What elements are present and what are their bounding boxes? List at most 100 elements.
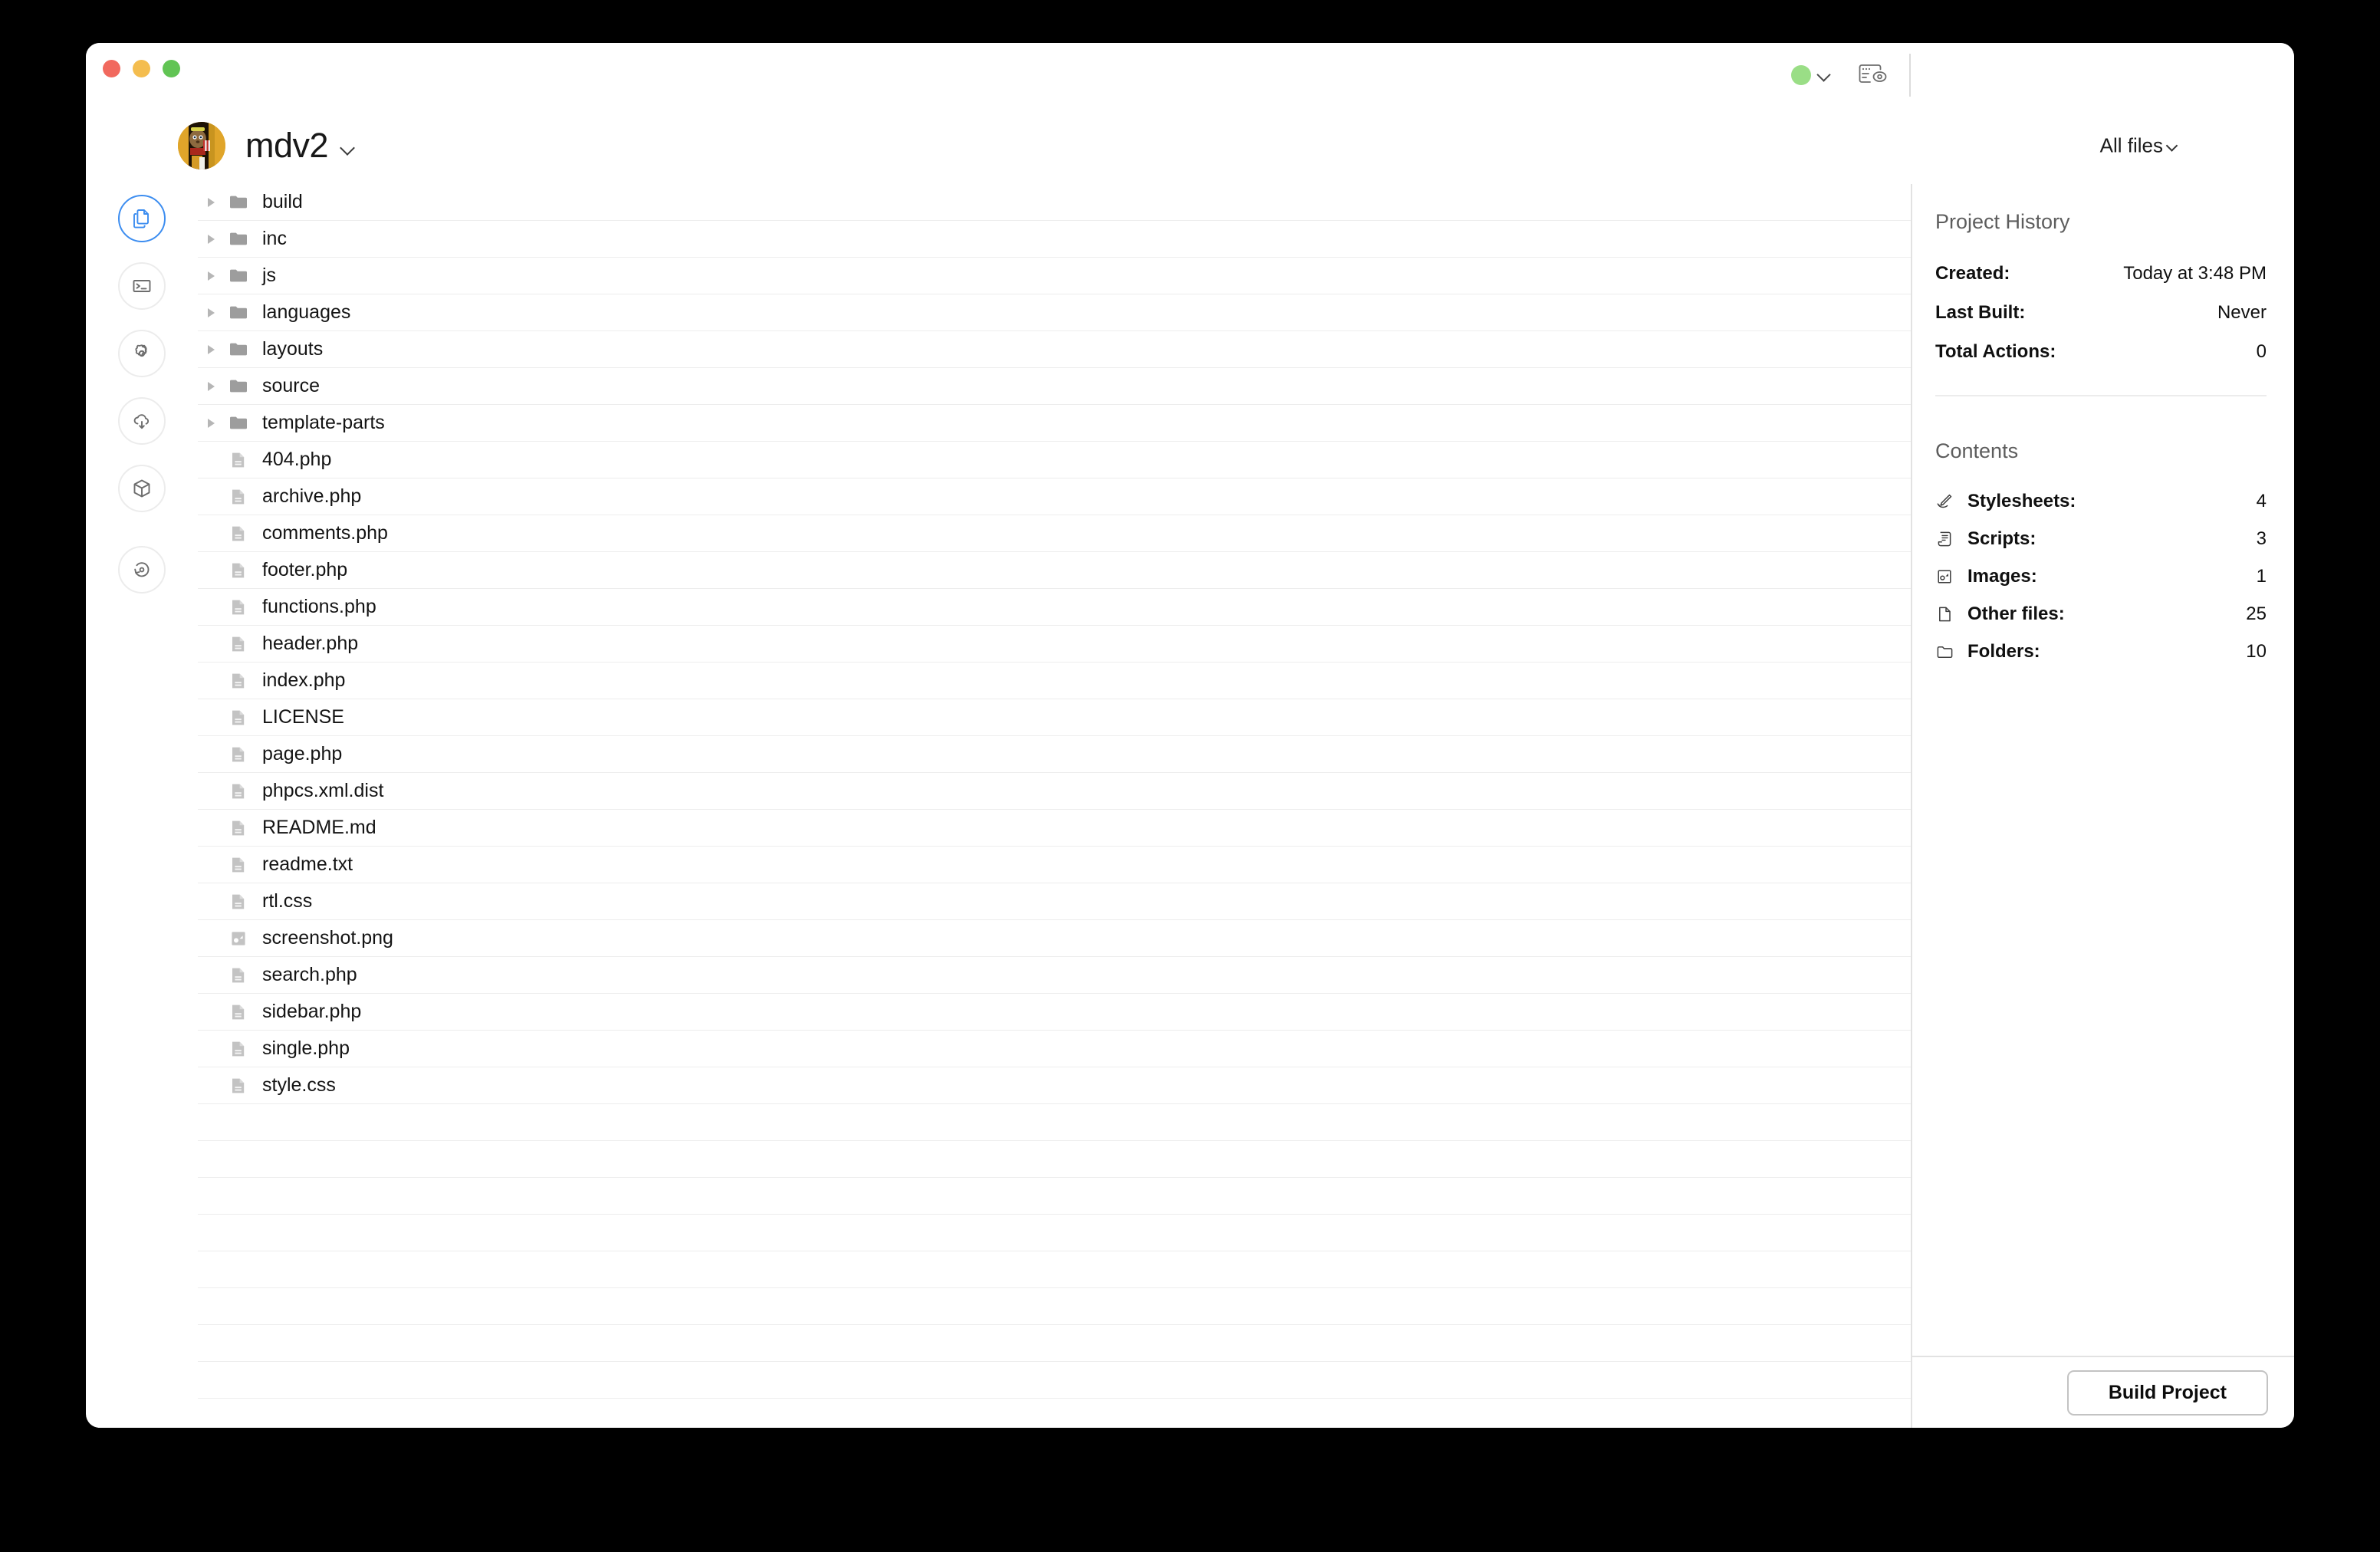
file-name: single.php <box>262 1037 350 1059</box>
file-row[interactable]: 404.php <box>198 442 1911 478</box>
file-row[interactable]: build <box>198 184 1911 221</box>
file-row[interactable]: phpcs.xml.dist <box>198 773 1911 810</box>
file-row[interactable]: languages <box>198 294 1911 331</box>
file-row[interactable]: style.css <box>198 1067 1911 1104</box>
file-filter-dropdown[interactable]: All files <box>2100 134 2179 158</box>
disclosure-triangle-icon[interactable] <box>198 307 224 317</box>
document-icon <box>232 636 245 651</box>
file-row[interactable]: comments.php <box>198 515 1911 552</box>
document-icon <box>232 820 245 835</box>
document-icon <box>232 857 245 872</box>
document-icon <box>232 894 245 909</box>
project-history-list: Created: Today at 3:48 PM Last Built: Ne… <box>1935 263 2267 363</box>
empty-row <box>198 1325 1911 1362</box>
folder-icon <box>224 192 253 212</box>
preview-button[interactable] <box>1842 64 1909 86</box>
build-project-button[interactable]: Build Project <box>2066 1370 2268 1416</box>
document-icon <box>224 634 253 654</box>
zoom-button[interactable] <box>163 60 180 77</box>
file-row[interactable]: single.php <box>198 1031 1911 1067</box>
file-list[interactable]: build inc js languages layouts source te… <box>198 184 1911 1428</box>
file-row[interactable]: page.php <box>198 736 1911 773</box>
file-row[interactable]: screenshot.png <box>198 920 1911 957</box>
disclosure-triangle-icon[interactable] <box>198 344 224 354</box>
project-history-heading: Project History <box>1935 210 2070 233</box>
file-name: rtl.css <box>262 890 313 912</box>
disclosure-triangle-icon[interactable] <box>198 234 224 244</box>
document-icon <box>224 781 253 801</box>
file-row[interactable]: header.php <box>198 626 1911 663</box>
files-icon <box>133 209 149 229</box>
contents-label: Stylesheets: <box>1967 491 2076 511</box>
avatar[interactable] <box>178 122 225 169</box>
close-button[interactable] <box>103 60 120 77</box>
stylesheet-icon <box>1937 494 1952 508</box>
contents-label: Scripts: <box>1967 528 2036 549</box>
folder-icon <box>230 232 247 245</box>
sidebar-item-deploy[interactable] <box>118 397 166 445</box>
file-row[interactable]: functions.php <box>198 589 1911 626</box>
file-row[interactable]: source <box>198 368 1911 405</box>
contents-label: Other files: <box>1967 603 2065 624</box>
document-icon <box>224 524 253 544</box>
contents-row: Images: 1 <box>1935 566 2267 587</box>
document-icon <box>232 526 245 541</box>
history-value: 0 <box>2256 341 2267 362</box>
file-row[interactable]: README.md <box>198 810 1911 847</box>
file-name: style.css <box>262 1074 336 1096</box>
status-indicator-icon <box>1791 65 1811 85</box>
document-icon <box>224 597 253 617</box>
file-row[interactable]: index.php <box>198 663 1911 699</box>
minimize-button[interactable] <box>133 60 150 77</box>
image-icon <box>1938 570 1951 584</box>
gear-icon <box>135 344 147 357</box>
empty-row <box>198 1104 1911 1141</box>
history-label: Total Actions: <box>1935 341 2056 362</box>
document-icon <box>232 563 245 577</box>
disclosure-triangle-icon[interactable] <box>198 197 224 207</box>
file-name: source <box>262 375 321 396</box>
folder-icon <box>224 340 253 360</box>
folder-outline-icon <box>1937 646 1953 659</box>
history-row: Total Actions: 0 <box>1935 341 2267 363</box>
file-row[interactable]: js <box>198 258 1911 294</box>
sidebar-item-packages[interactable] <box>118 465 166 512</box>
empty-row <box>198 1362 1911 1399</box>
file-name: 404.php <box>262 449 332 470</box>
sidebar-item-terminal[interactable] <box>118 262 166 310</box>
empty-row <box>198 1141 1911 1178</box>
file-row[interactable]: readme.txt <box>198 847 1911 883</box>
sidebar-item-files[interactable] <box>118 195 166 242</box>
history-label: Created: <box>1935 263 2010 284</box>
sidebar-item-settings[interactable] <box>118 330 166 377</box>
file-row[interactable]: search.php <box>198 957 1911 994</box>
sidebar-item-history[interactable] <box>118 546 166 594</box>
history-row: Last Built: Never <box>1935 302 2267 324</box>
disclosure-triangle-icon[interactable] <box>198 418 224 428</box>
disclosure-triangle-icon[interactable] <box>198 381 224 391</box>
file-row[interactable]: layouts <box>198 331 1911 368</box>
main-body: build inc js languages layouts source te… <box>86 184 2294 1428</box>
file-row[interactable]: LICENSE <box>198 699 1911 736</box>
file-name: js <box>262 265 277 286</box>
browser-preview-icon <box>1859 64 1887 83</box>
file-row[interactable]: inc <box>198 221 1911 258</box>
file-name: LICENSE <box>262 706 344 728</box>
contents-value: 25 <box>2246 603 2267 624</box>
icon-rail <box>86 184 198 1428</box>
disclosure-triangle-icon[interactable] <box>198 271 224 281</box>
file-row[interactable]: sidebar.php <box>198 994 1911 1031</box>
file-name: README.md <box>262 817 376 838</box>
title-bar <box>86 43 2294 107</box>
document-icon <box>232 968 245 982</box>
file-row[interactable]: template-parts <box>198 405 1911 442</box>
document-icon <box>224 708 253 728</box>
server-status-menu[interactable] <box>1791 65 1842 85</box>
file-row[interactable]: footer.php <box>198 552 1911 589</box>
file-row[interactable]: rtl.css <box>198 883 1911 920</box>
chevron-down-icon <box>1817 68 1831 82</box>
file-row[interactable]: archive.php <box>198 478 1911 515</box>
chevron-down-icon[interactable] <box>340 143 356 158</box>
image-icon <box>224 929 253 949</box>
document-icon <box>232 784 245 798</box>
